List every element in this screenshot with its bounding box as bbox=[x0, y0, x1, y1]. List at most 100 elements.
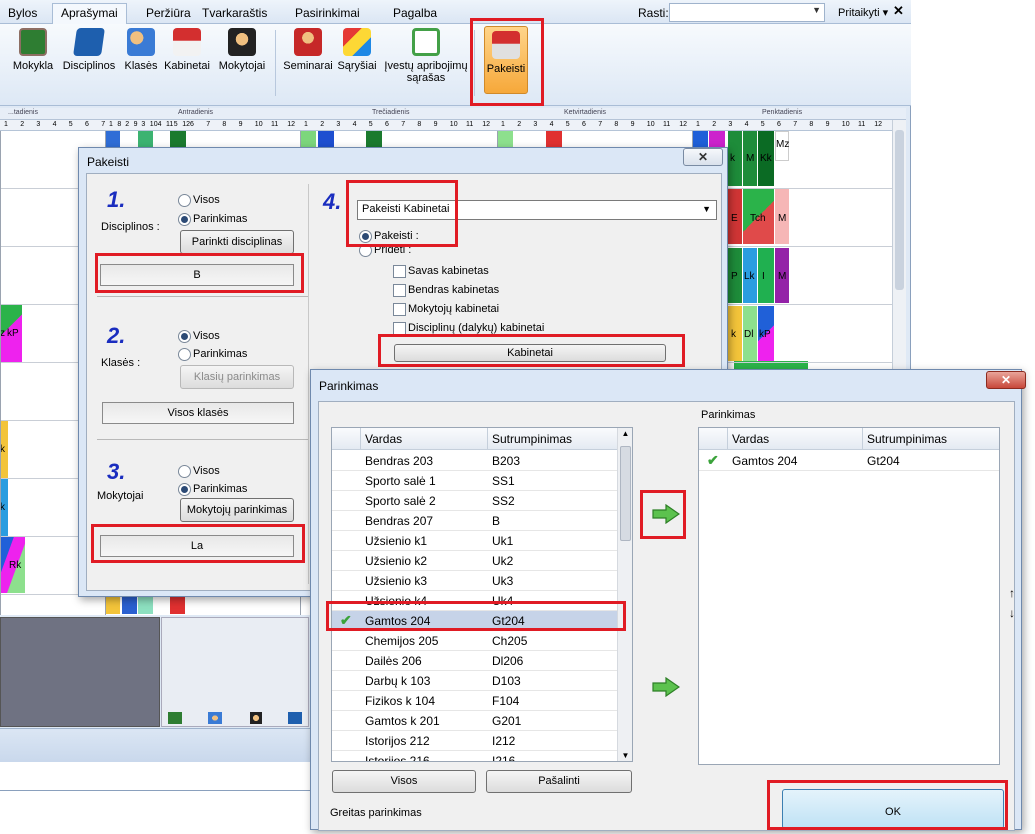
list-scrollbar[interactable]: ▲ ▼ bbox=[617, 428, 632, 761]
highlight-ok bbox=[767, 780, 1008, 830]
list-item[interactable]: Užsienio k3 Uk3 bbox=[332, 571, 632, 591]
item-name: Istorijos 212 bbox=[365, 734, 430, 748]
close-button[interactable]: ✕ bbox=[683, 148, 723, 166]
tab-pagalba[interactable]: Pagalba bbox=[385, 4, 445, 24]
chevron-down-icon[interactable]: ▼ bbox=[812, 5, 821, 15]
tab-tvarkarastis[interactable]: Tvarkaraštis bbox=[194, 4, 275, 24]
highlight-pakeisti bbox=[470, 18, 544, 106]
available-list[interactable]: Vardas Sutrumpinimas Bendras 203 B203 Spor… bbox=[331, 427, 633, 762]
mokytojai-visos-radio[interactable]: Visos bbox=[178, 465, 220, 478]
apribojimai-button[interactable]: Įvestų apribojimų sąrašas bbox=[380, 28, 472, 84]
checkmark-icon: ✔ bbox=[707, 452, 719, 468]
item-abbr: Dl206 bbox=[492, 654, 524, 668]
step-number: 2. bbox=[107, 323, 126, 348]
tab-pasirinkimai[interactable]: Pasirinkimai bbox=[287, 4, 368, 24]
visos-button[interactable]: Visos bbox=[332, 770, 476, 793]
list-item[interactable]: Užsienio k2 Uk2 bbox=[332, 551, 632, 571]
list-header: Vardas Sutrumpinimas bbox=[699, 428, 999, 450]
tab-bylos[interactable]: Bylos bbox=[0, 4, 45, 24]
days-header: ...tadienis Antradienis Trečiadienis Ket… bbox=[0, 108, 906, 120]
lesson-cell[interactable] bbox=[105, 596, 120, 614]
lesson-cell[interactable] bbox=[758, 248, 774, 303]
highlight-disciplinos bbox=[95, 253, 304, 293]
item-abbr: Uk3 bbox=[492, 574, 514, 588]
mokytoju-checkbox[interactable]: Mokytojų kabinetai bbox=[393, 303, 499, 316]
column-header-vardas[interactable]: Vardas bbox=[732, 432, 769, 446]
list-item[interactable]: Bendras 203 B203 bbox=[332, 451, 632, 471]
move-down-icon[interactable]: ↓ bbox=[1009, 606, 1015, 620]
pasalinti-button[interactable]: Pašalinti bbox=[486, 770, 632, 793]
list-item[interactable]: Dailės 206 Dl206 bbox=[332, 651, 632, 671]
scrollbar-thumb[interactable] bbox=[895, 130, 904, 290]
scroll-up-icon[interactable]: ▲ bbox=[618, 429, 632, 438]
close-button[interactable]: ✕ bbox=[986, 371, 1026, 389]
tab-aprasymai[interactable]: Aprašymai bbox=[52, 3, 127, 25]
sarysiai-button[interactable]: Sąryšiai bbox=[336, 28, 378, 72]
scroll-down-icon[interactable]: ▼ bbox=[618, 751, 632, 760]
column-header-sutrumpinimas[interactable]: Sutrumpinimas bbox=[867, 432, 947, 446]
list-item[interactable]: Fizikos k 104 F104 bbox=[332, 691, 632, 711]
lesson-cell[interactable] bbox=[138, 596, 153, 614]
teacher-icon[interactable] bbox=[250, 712, 262, 724]
move-up-icon[interactable]: ↑ bbox=[1009, 586, 1015, 600]
list-item[interactable]: Istorijos 212 I212 bbox=[332, 731, 632, 751]
disciplinos-button[interactable]: Disciplinos bbox=[58, 28, 120, 72]
highlight-selected-row bbox=[326, 601, 626, 631]
mokytojai-button[interactable]: Mokytojai bbox=[214, 28, 270, 72]
list-item[interactable]: Sporto salė 2 SS2 bbox=[332, 491, 632, 511]
list-item[interactable]: Istorijos 216 I216 bbox=[332, 751, 632, 761]
day-label: Trečiadienis bbox=[372, 109, 410, 116]
day-label: Antradienis bbox=[178, 109, 214, 116]
mokytojai-parinkimas-radio[interactable]: Parinkimas bbox=[178, 483, 247, 496]
cell-text: Dl bbox=[744, 329, 754, 340]
klases-parinkimas-radio[interactable]: Parinkimas bbox=[178, 348, 247, 361]
mokykla-button[interactable]: Mokykla bbox=[8, 28, 58, 72]
list-item[interactable]: Gamtos k 201 G201 bbox=[332, 711, 632, 731]
item-abbr: B bbox=[492, 514, 501, 528]
day-label: Penktadienis bbox=[762, 109, 803, 116]
item-abbr: SS1 bbox=[492, 474, 515, 488]
disciplinos-label: Disciplinos bbox=[62, 60, 116, 72]
close-icon[interactable]: ✕ bbox=[893, 3, 904, 19]
disciplinos-parinkimas-radio[interactable]: Parinkimas bbox=[178, 213, 247, 226]
disciplinos-visos-radio[interactable]: Visos bbox=[178, 194, 220, 207]
list-item[interactable]: Chemijos 205 Ch205 bbox=[332, 631, 632, 651]
item-name: Darbų k 103 bbox=[365, 674, 431, 688]
period-number: 3 bbox=[336, 121, 341, 128]
period-number: 1 bbox=[304, 121, 308, 128]
column-header-vardas[interactable]: Vardas bbox=[365, 432, 402, 446]
school-icon[interactable] bbox=[168, 712, 182, 724]
divider bbox=[97, 296, 309, 297]
selected-list[interactable]: Vardas Sutrumpinimas ✔ Gamtos 204 Gt204 bbox=[698, 427, 1000, 765]
period-number: 6 bbox=[190, 121, 194, 128]
book-icon[interactable] bbox=[288, 712, 302, 724]
item-abbr: F104 bbox=[492, 694, 520, 708]
list-item[interactable]: Sporto salė 1 SS1 bbox=[332, 471, 632, 491]
tab-perziura[interactable]: Peržiūra bbox=[138, 4, 199, 24]
column-header-sutrumpinimas[interactable]: Sutrumpinimas bbox=[492, 432, 572, 446]
parinkti-disciplinas-button[interactable]: Parinkti disciplinas bbox=[180, 230, 294, 254]
bendras-checkbox[interactable]: Bendras kabinetas bbox=[393, 284, 499, 297]
highlight-action bbox=[346, 180, 458, 247]
klases-button[interactable]: Klasės bbox=[120, 28, 162, 72]
mokytoju-parinkimas-button[interactable]: Mokytojų parinkimas bbox=[180, 498, 294, 522]
search-input[interactable]: ▼ bbox=[669, 3, 825, 22]
list-item[interactable]: Bendras 207 B bbox=[332, 511, 632, 531]
lesson-cell[interactable] bbox=[122, 596, 137, 614]
item-abbr: D103 bbox=[492, 674, 521, 688]
list-item[interactable]: Darbų k 103 D103 bbox=[332, 671, 632, 691]
savas-checkbox[interactable]: Savas kabinetas bbox=[393, 265, 489, 278]
period-number: 4 bbox=[157, 121, 162, 128]
kabinetai-button[interactable]: Kabinetai bbox=[161, 28, 213, 72]
period-number: 7 bbox=[401, 121, 406, 128]
students-icon[interactable] bbox=[208, 712, 222, 724]
scrollbar-thumb[interactable] bbox=[620, 446, 631, 541]
add-all-arrow-button[interactable] bbox=[652, 676, 681, 698]
customize-menu[interactable]: Pritaikyti ▾ bbox=[838, 6, 888, 19]
list-item[interactable]: ✔ Gamtos 204 Gt204 bbox=[699, 451, 999, 471]
klases-visos-radio[interactable]: Visos bbox=[178, 330, 220, 343]
seminarai-button[interactable]: Seminarai bbox=[281, 28, 335, 72]
list-item[interactable]: Užsienio k1 Uk1 bbox=[332, 531, 632, 551]
klasiu-parinkimas-button[interactable]: Klasių parinkimas bbox=[180, 365, 294, 389]
lesson-cell[interactable] bbox=[170, 596, 185, 614]
